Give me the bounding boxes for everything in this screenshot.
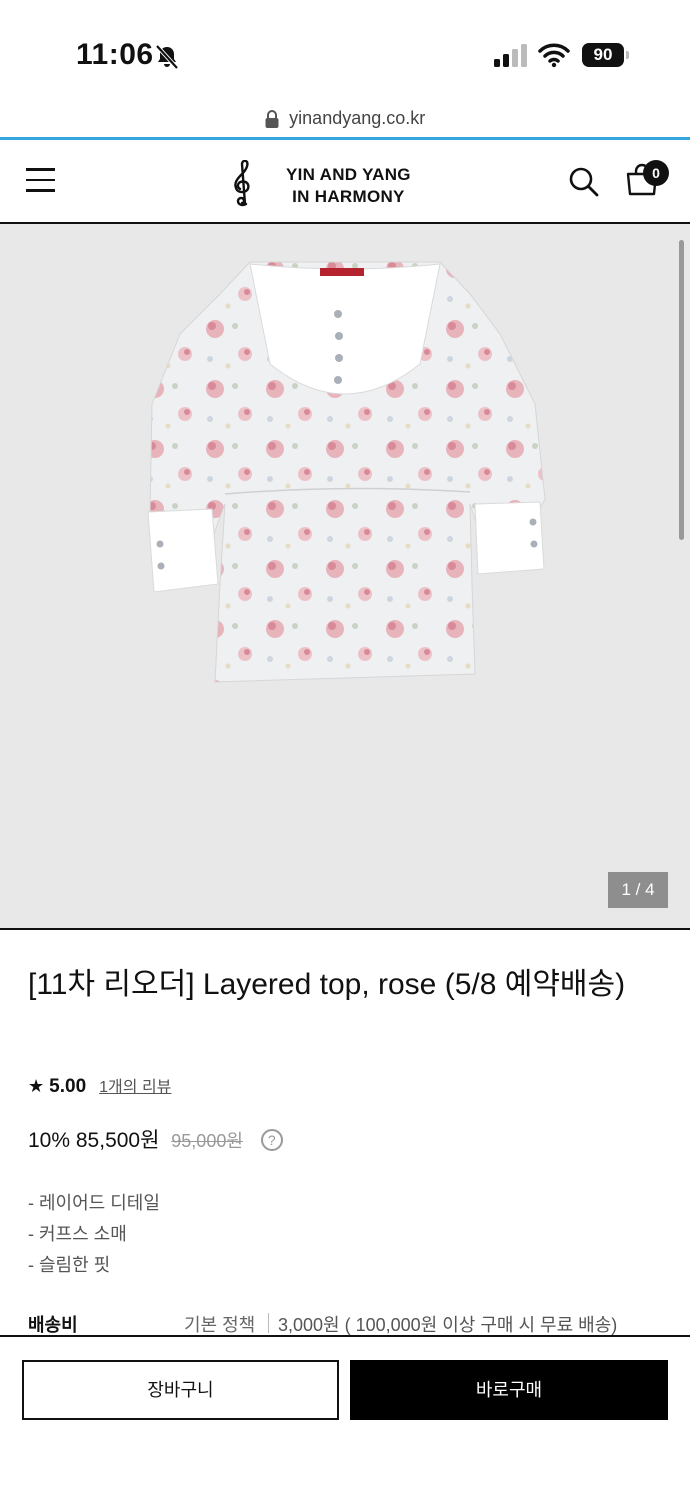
divider bbox=[268, 1313, 269, 1333]
shipping-policy: 기본 정책 bbox=[184, 1315, 256, 1335]
original-price: 95,000원 bbox=[171, 1131, 243, 1151]
search-icon[interactable] bbox=[568, 166, 600, 198]
menu-icon[interactable] bbox=[26, 168, 56, 194]
shipping-row: 배송비 기본 정책 3,000원 ( 100,000원 이상 구매 시 무료 배… bbox=[28, 1311, 668, 1337]
signal-icon bbox=[494, 44, 527, 67]
rating-row: ★ 5.00 1개의 리뷰 bbox=[28, 1073, 171, 1097]
battery-level: 90 bbox=[582, 43, 624, 67]
wifi-icon bbox=[538, 43, 570, 68]
discount-rate: 10% bbox=[28, 1129, 71, 1152]
cart-count-badge: 0 bbox=[643, 160, 669, 186]
feature-item: - 슬림한 핏 bbox=[28, 1255, 111, 1275]
logo-text: YIN AND YANG IN HARMONY bbox=[286, 164, 411, 208]
lock-icon bbox=[265, 109, 279, 128]
treble-clef-icon bbox=[234, 160, 250, 207]
bottom-action-bar: 장바구니 바로구매 bbox=[0, 1335, 690, 1500]
shipping-fee: 3,000원 ( 100,000원 이상 구매 시 무료 배송) bbox=[278, 1315, 618, 1335]
buy-now-button[interactable]: 바로구매 bbox=[350, 1360, 668, 1420]
add-to-cart-button[interactable]: 장바구니 bbox=[22, 1360, 339, 1420]
product-title: [11차 리오더] Layered top, rose (5/8 예약배송) bbox=[28, 968, 626, 1001]
logo-line-2: IN HARMONY bbox=[292, 187, 405, 206]
url-text: yinandyang.co.kr bbox=[289, 108, 426, 128]
price-row: 10% 85,500원 95,000원 ? bbox=[28, 1124, 283, 1152]
product-image[interactable] bbox=[140, 254, 550, 694]
feature-item: - 커프스 소매 bbox=[28, 1224, 127, 1244]
sale-price: 85,500원 bbox=[75, 1129, 160, 1152]
star-icon: ★ bbox=[28, 1076, 45, 1096]
logo-line-1: YIN AND YANG bbox=[286, 165, 411, 184]
product-gallery[interactable]: 1 / 4 bbox=[0, 224, 690, 930]
help-icon[interactable]: ? bbox=[260, 1129, 283, 1151]
rating-score: 5.00 bbox=[49, 1076, 87, 1097]
status-time: 11:06 bbox=[76, 38, 154, 71]
gallery-scrollbar[interactable] bbox=[679, 240, 684, 540]
status-bar: 11:06 90 bbox=[0, 0, 690, 108]
address-bar[interactable]: yinandyang.co.kr bbox=[0, 108, 690, 140]
battery-icon: 90 bbox=[582, 43, 630, 67]
reviews-link[interactable]: 1개의 리뷰 bbox=[99, 1079, 171, 1096]
feature-item: - 레이어드 디테일 bbox=[28, 1193, 160, 1213]
site-logo[interactable]: YIN AND YANG IN HARMONY bbox=[228, 160, 438, 208]
bell-slash-icon bbox=[155, 44, 179, 70]
shipping-label: 배송비 bbox=[28, 1315, 78, 1335]
site-header: YIN AND YANG IN HARMONY bbox=[0, 140, 690, 224]
feature-list: - 레이어드 디테일 - 커프스 소매 - 슬림한 핏 bbox=[28, 1188, 160, 1281]
image-counter: 1 / 4 bbox=[608, 872, 668, 908]
